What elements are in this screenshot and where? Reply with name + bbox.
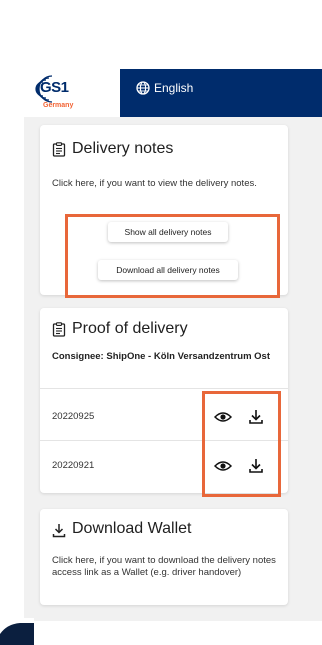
gs1-logo[interactable]: GS1 Germany <box>24 69 120 117</box>
globe-icon <box>136 81 150 95</box>
download-wallet-description: Click here, if you want to download the … <box>52 555 276 578</box>
eye-icon[interactable] <box>214 409 232 425</box>
delivery-date: 20220925 <box>52 411 95 422</box>
delivery-notes-description: Click here, if you want to view the deli… <box>52 178 257 189</box>
download-icon <box>52 524 66 538</box>
download-icon[interactable] <box>247 409 265 425</box>
header: GS1 Germany English <box>24 69 322 117</box>
eye-icon[interactable] <box>214 458 232 474</box>
download-icon[interactable] <box>247 458 265 474</box>
delivery-notes-card: Delivery notes Click here, if you want t… <box>40 125 288 295</box>
logo-text: GS1 <box>40 79 69 96</box>
consignee-label: Consignee: ShipOne - Köln Versandzentrum… <box>52 351 270 362</box>
proof-of-delivery-card: Proof of delivery Consignee: ShipOne - K… <box>40 308 288 493</box>
clipboard-icon <box>52 142 66 157</box>
delivery-notes-title: Delivery notes <box>72 140 174 157</box>
clipboard-icon <box>52 322 66 337</box>
app-screen: GS1 Germany English Delivery notes Click… <box>24 69 322 621</box>
download-wallet-card[interactable]: Download Wallet Click here, if you want … <box>40 509 288 605</box>
proof-of-delivery-title: Proof of delivery <box>72 320 188 337</box>
row-divider <box>40 440 288 441</box>
language-selector[interactable]: English <box>120 69 322 117</box>
language-label: English <box>154 81 194 95</box>
show-all-delivery-notes-button[interactable]: Show all delivery notes <box>108 222 228 242</box>
download-wallet-title: Download Wallet <box>72 520 192 537</box>
delivery-date: 20220921 <box>52 460 95 471</box>
download-all-delivery-notes-button[interactable]: Download all delivery notes <box>98 260 238 280</box>
row-divider <box>40 388 288 389</box>
device-corner <box>0 618 34 645</box>
logo-subtitle: Germany <box>43 102 74 109</box>
